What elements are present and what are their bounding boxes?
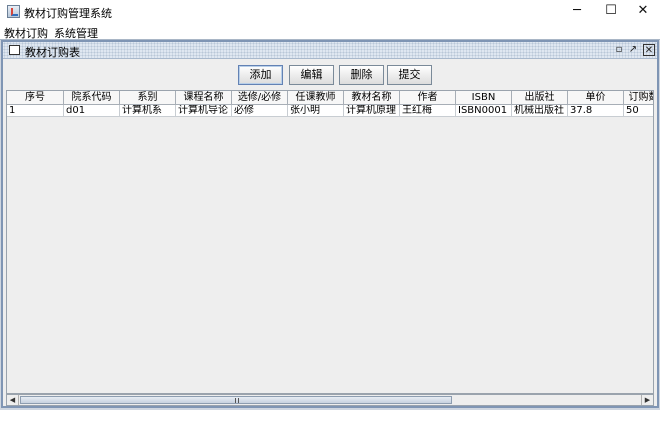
table-cell[interactable]: 张小明 <box>288 105 344 117</box>
column-header[interactable]: 订购数 <box>624 91 653 105</box>
status-area <box>0 410 660 442</box>
submit-button[interactable]: 提交 <box>387 65 432 85</box>
table-cell[interactable]: d01 <box>64 105 120 117</box>
column-header[interactable]: 院系代码 <box>64 91 120 105</box>
table-cell[interactable]: 计算机原理 <box>344 105 400 117</box>
edit-button[interactable]: 编辑 <box>289 65 334 85</box>
window-title: 教材订购管理系统 <box>24 7 112 20</box>
column-header[interactable]: 选修/必修 <box>232 91 288 105</box>
column-header[interactable]: 任课教师 <box>288 91 344 105</box>
table-cell[interactable]: 王红梅 <box>400 105 456 117</box>
column-header[interactable]: 序号 <box>7 91 64 105</box>
table-cell[interactable]: 1 <box>7 105 64 117</box>
table-row[interactable]: 1 d01 计算机系 计算机导论 必修 张小明 计算机原理 王红梅 ISBN00… <box>7 105 653 117</box>
close-button[interactable]: ✕ <box>626 0 660 24</box>
column-header[interactable]: 出版社 <box>512 91 568 105</box>
table-cell[interactable]: 机械出版社 <box>512 105 568 117</box>
frame-icon <box>9 45 20 55</box>
table-cell[interactable]: 计算机导论 <box>176 105 232 117</box>
table-cell[interactable]: 37.8 <box>568 105 624 117</box>
table-cell[interactable]: 必修 <box>232 105 288 117</box>
window-title-bar: 教材订购管理系统 ─ ☐ ✕ <box>0 0 660 24</box>
add-button[interactable]: 添加 <box>238 65 283 85</box>
column-header[interactable]: 教材名称 <box>344 91 400 105</box>
order-table: 序号 院系代码 系别 课程名称 选修/必修 任课教师 教材名称 作者 ISBN … <box>6 90 654 394</box>
horizontal-scrollbar[interactable]: ◀ ▶ <box>6 394 654 406</box>
table-cell[interactable]: 计算机系 <box>120 105 176 117</box>
internal-frame-order-table: 教材订购表 ▫ ↗ ✕ 添加 编辑 删除 提交 序号 院系代码 系别 课程名称 … <box>1 40 659 408</box>
table-cell[interactable]: 50 <box>624 105 653 117</box>
frame-iconify-icon[interactable]: ▫ <box>613 44 625 56</box>
column-header[interactable]: 单价 <box>568 91 624 105</box>
table-cell[interactable]: ISBN0001 <box>456 105 512 117</box>
grip-icon <box>235 398 239 403</box>
menu-bar: 教材订购 系统管理 <box>0 24 660 40</box>
app-icon <box>7 5 20 18</box>
column-header[interactable]: 作者 <box>400 91 456 105</box>
delete-button[interactable]: 删除 <box>339 65 384 85</box>
scrollbar-thumb[interactable] <box>20 396 452 404</box>
column-header[interactable]: 系别 <box>120 91 176 105</box>
table-header: 序号 院系代码 系别 课程名称 选修/必修 任课教师 教材名称 作者 ISBN … <box>7 91 653 105</box>
minimize-button[interactable]: ─ <box>560 0 594 24</box>
column-header[interactable]: ISBN <box>456 91 512 105</box>
internal-frame-title: 教材订购表 <box>25 46 80 59</box>
frame-close-icon[interactable]: ✕ <box>643 44 655 56</box>
maximize-button[interactable]: ☐ <box>594 0 628 24</box>
scroll-right-icon[interactable]: ▶ <box>641 395 653 405</box>
frame-maximize-icon[interactable]: ↗ <box>627 44 639 56</box>
internal-frame-title-bar[interactable]: 教材订购表 ▫ ↗ ✕ <box>3 42 657 59</box>
column-header[interactable]: 课程名称 <box>176 91 232 105</box>
scroll-left-icon[interactable]: ◀ <box>7 395 19 405</box>
